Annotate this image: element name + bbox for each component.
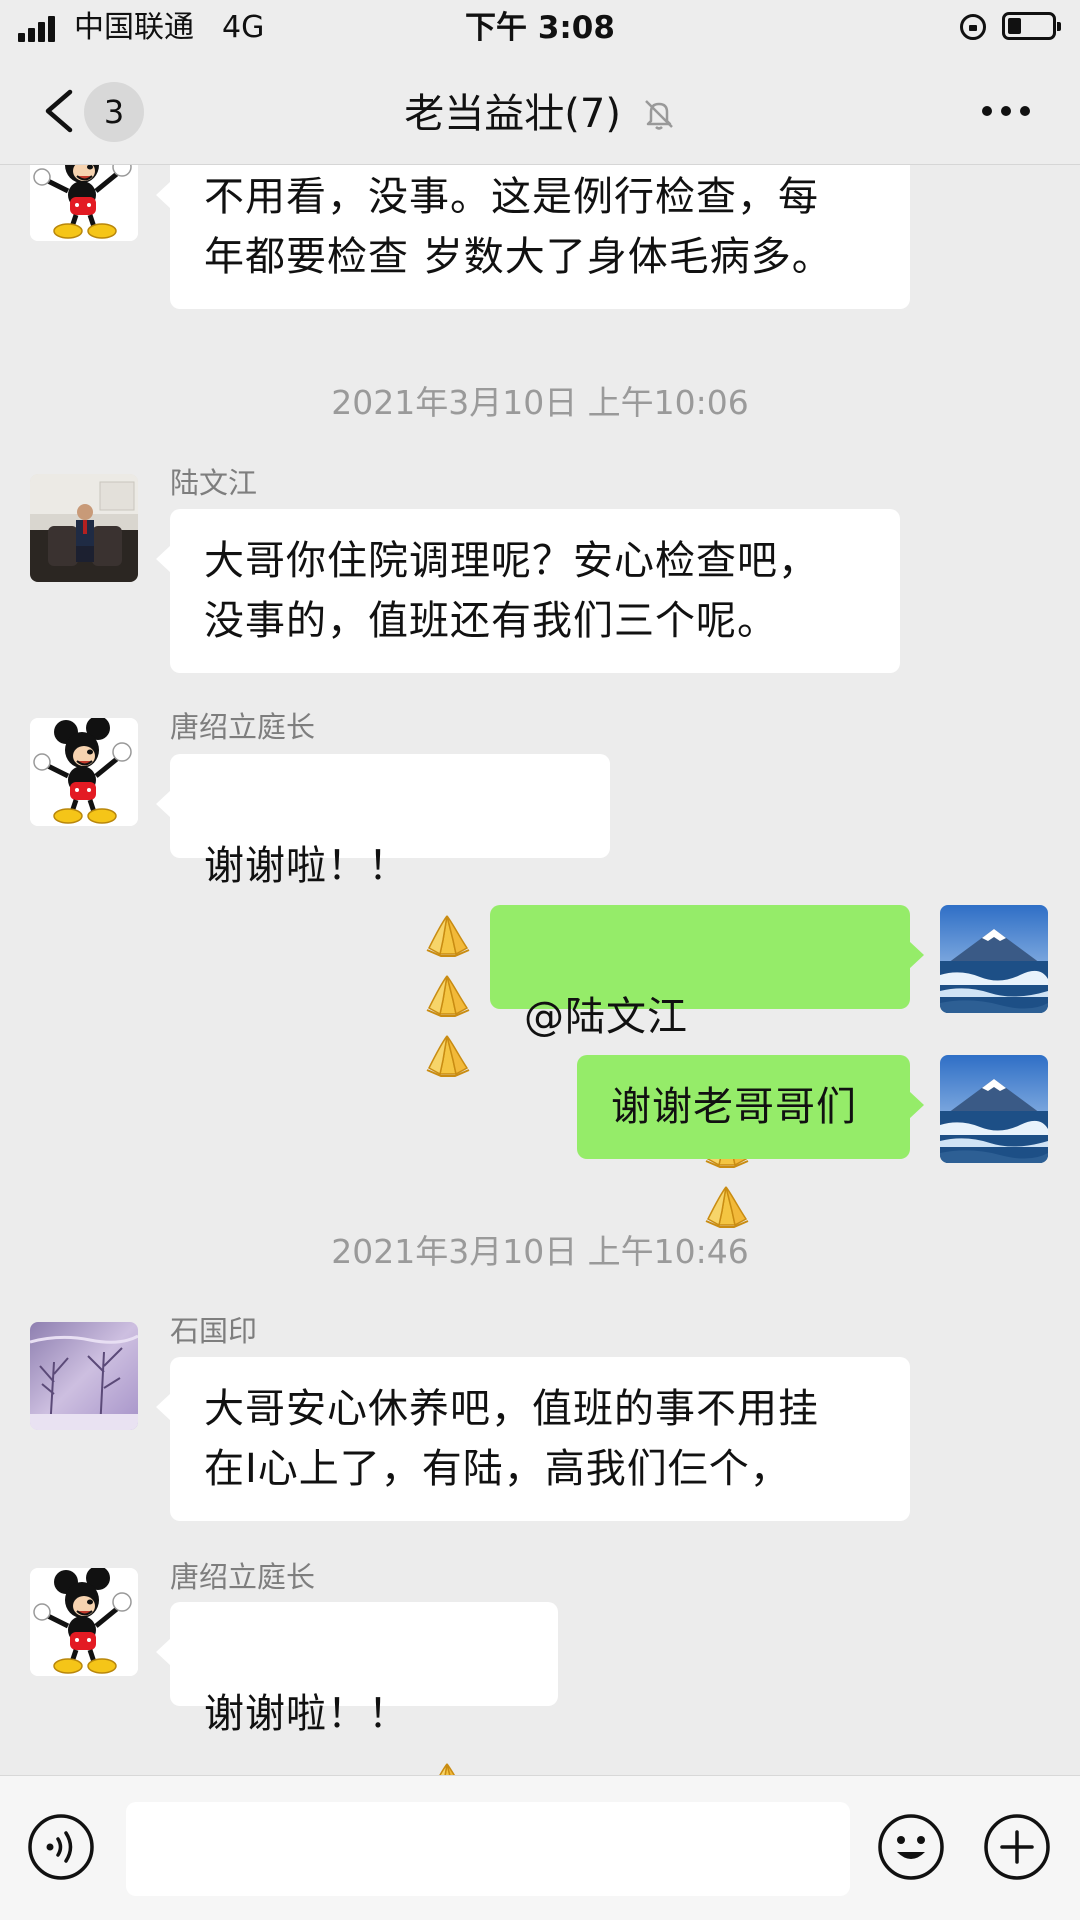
message-bubble[interactable]: 大哥你住院调理呢？安心检查吧， 没事的，值班还有我们三个呢。	[156, 509, 900, 673]
folded-hands-icon	[423, 970, 473, 1020]
message-bubble-outgoing[interactable]: 谢谢老哥哥们	[577, 1055, 924, 1159]
rotation-lock-icon	[960, 14, 986, 40]
folded-hands-icon	[423, 1030, 473, 1080]
emoji-group	[423, 843, 477, 893]
avatar-self[interactable]	[940, 905, 1048, 1013]
folded-hands-icon	[423, 1758, 473, 1775]
avatar-mickey[interactable]	[30, 165, 138, 241]
smiley-icon[interactable]	[876, 1812, 946, 1882]
mount-fuji-avatar-image	[940, 905, 1048, 1013]
input-bar	[0, 1775, 1080, 1920]
message-input[interactable]	[126, 1802, 850, 1896]
message-text: 谢谢啦！！	[204, 1691, 409, 1737]
message-list[interactable]: 不用看，没事。这是例行检查，每 年都要检查 岁数大了身体毛病多。 2021年3月…	[0, 165, 1080, 1775]
avatar-self[interactable]	[940, 1055, 1048, 1163]
message-text: 谢谢啦！！	[204, 843, 409, 889]
mickey-avatar-image	[30, 1568, 138, 1676]
chat-title-wrap[interactable]: 老当益壮(7)	[0, 82, 1080, 144]
chat-title: 老当益壮(7)	[404, 91, 621, 137]
mount-fuji-avatar-image	[940, 1055, 1048, 1163]
folded-hands-icon	[702, 1181, 752, 1231]
plus-circle-icon[interactable]	[982, 1812, 1052, 1882]
sender-name: 石国印	[170, 1314, 258, 1348]
mickey-avatar-image	[30, 165, 138, 241]
bell-off-icon	[644, 100, 673, 130]
chat-header: 3 老当益壮(7)	[0, 58, 1080, 165]
avatar-shi-guoyin[interactable]	[30, 1322, 138, 1430]
sender-name: 陆文江	[170, 466, 258, 500]
battery-level	[1008, 18, 1021, 34]
more-dots-icon[interactable]	[980, 100, 1032, 122]
voice-icon[interactable]	[26, 1812, 96, 1882]
avatar-mickey[interactable]	[30, 718, 138, 826]
message-bubble[interactable]: 不用看，没事。这是例行检查，每 年都要检查 岁数大了身体毛病多。	[156, 165, 910, 309]
message-bubble-outgoing[interactable]: @陆文江	[490, 905, 924, 1009]
clock: 下午 3:08	[465, 10, 615, 46]
winter-trees-avatar-image	[30, 1322, 138, 1430]
battery-icon	[1002, 12, 1061, 40]
timestamp: 2021年3月10日 上午10:46	[331, 1232, 749, 1271]
man-in-office-avatar-image	[30, 474, 138, 582]
folded-hands-icon	[423, 910, 473, 960]
status-bar: 中国联通 4G 下午 3:08	[0, 0, 1080, 58]
sender-name: 唐绍立庭长	[170, 1560, 316, 1594]
message-bubble[interactable]: 大哥安心休养吧，值班的事不用挂 在I心上了，有陆，高我们仨个，	[156, 1357, 910, 1521]
message-bubble[interactable]: 谢谢啦！！	[156, 754, 610, 858]
timestamp: 2021年3月10日 上午10:06	[331, 383, 749, 422]
message-bubble[interactable]: 谢谢啦！！	[156, 1602, 558, 1706]
wechat-group-chat-screen: 中国联通 4G 下午 3:08 3 老当益壮(7) 不用看，没事。这是例行检查，…	[0, 0, 1080, 1920]
mickey-avatar-image	[30, 718, 138, 826]
emoji-group	[423, 1691, 477, 1741]
avatar-mickey[interactable]	[30, 1568, 138, 1676]
message-text: @陆文江	[524, 994, 688, 1040]
sender-name: 唐绍立庭长	[170, 710, 316, 744]
emoji-group	[702, 994, 756, 1044]
avatar-lu-wenjiang[interactable]	[30, 474, 138, 582]
